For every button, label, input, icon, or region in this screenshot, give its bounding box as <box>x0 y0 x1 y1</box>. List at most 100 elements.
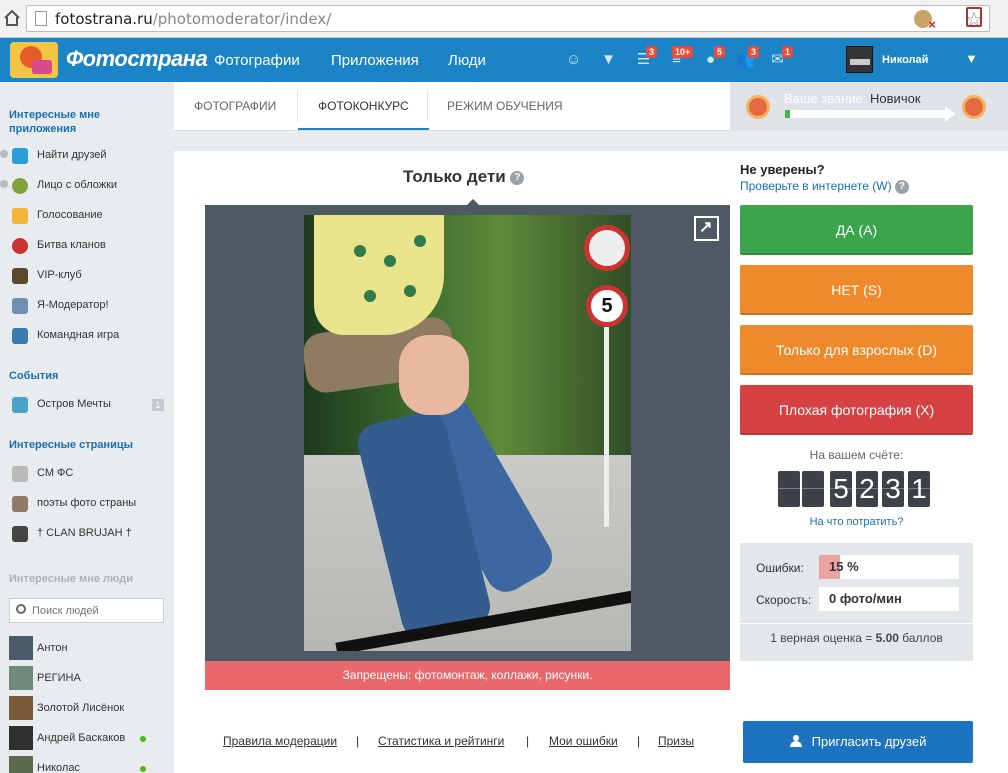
apps-heading[interactable]: Интересные мне приложения <box>9 108 129 136</box>
url-text[interactable]: fotostrana.ru/photomoderator/index/ <box>55 10 331 28</box>
user-name[interactable]: Николай <box>882 54 928 66</box>
smile-icon[interactable]: ☺ <box>565 51 582 68</box>
invite-friends-button[interactable]: Пригласить друзей <box>743 721 973 763</box>
person-item[interactable]: Антон <box>0 635 174 663</box>
user-avatar[interactable] <box>846 46 873 73</box>
photo-pole <box>604 327 609 527</box>
score-note-suffix: баллов <box>902 631 943 645</box>
tab-photos[interactable]: Фотографии <box>194 82 276 130</box>
sidebar-item-vip[interactable]: VIP-клуб <box>0 265 174 287</box>
diamond-icon[interactable]: ▼ <box>600 51 617 68</box>
people-search[interactable] <box>9 598 164 623</box>
person-name: Золотой Лисёнок <box>37 702 125 714</box>
rules-link[interactable]: Правила модерации <box>223 734 337 748</box>
vote-yes-button[interactable]: ДА (A) <box>740 205 973 255</box>
rank-label: Ваше звание: <box>784 91 867 106</box>
vote-no-button[interactable]: НЕТ (S) <box>740 265 973 315</box>
moderated-photo[interactable]: 5 <box>304 215 631 651</box>
footer-separator: | <box>526 734 530 748</box>
person-name: РЕГИНА <box>37 672 81 684</box>
sidebar-item-label: † CLAN BRUJAH † <box>37 527 132 539</box>
logo-icon[interactable] <box>10 42 58 78</box>
check-online-link[interactable]: Проверьте в интернете (W) ? <box>740 179 909 194</box>
speed-value: 0 фото/мин <box>819 587 959 611</box>
sidebar-item-team-game[interactable]: Командная игра <box>0 325 174 347</box>
person-name: Андрей Баскаков <box>37 732 126 744</box>
sidebar-item-page-smfs[interactable]: СМ ФС <box>0 463 174 485</box>
home-icon[interactable] <box>3 9 21 27</box>
sidebar-item-clan-battle[interactable]: Битва кланов <box>0 235 174 257</box>
unsure-title: Не уверены? <box>740 162 825 177</box>
expand-icon[interactable] <box>694 216 719 241</box>
nav-apps[interactable]: Приложения <box>331 52 419 69</box>
prizes-link[interactable]: Призы <box>658 734 694 748</box>
find-friends-icon <box>12 148 28 164</box>
my-errors-link[interactable]: Мои ошибки <box>549 734 618 748</box>
photo-hands <box>399 335 469 415</box>
online-indicator <box>140 766 146 772</box>
address-bar[interactable]: fotostrana.ru/photomoderator/index/ ☆ <box>26 5 990 32</box>
score-label: На вашем счёте: <box>809 448 904 462</box>
moderation-panel: Только дети ? 5 Запрещены: фотомонтаж, к… <box>174 151 1008 773</box>
reading-list-icon[interactable] <box>966 7 982 27</box>
sidebar-item-label: Голосование <box>37 209 103 221</box>
page-avatar <box>12 466 28 482</box>
sidebar-item-dream-island[interactable]: Остров Мечты 1 <box>0 394 174 416</box>
tab-divider <box>427 91 428 121</box>
restriction-notice: Запрещены: фотомонтаж, коллажи, рисунки. <box>205 661 730 690</box>
sidebar-item-moderator[interactable]: Я-Модератор! <box>0 295 174 317</box>
rank-medal-icon <box>746 95 770 119</box>
left-sidebar: Интересные мне приложения Найти друзей Л… <box>0 82 174 773</box>
tab-photo-contest[interactable]: Фотоконкурс <box>298 82 429 130</box>
vote-bad-photo-button[interactable]: Плохая фотография (X) <box>740 385 973 435</box>
invite-friends-label: Пригласить друзей <box>811 734 927 749</box>
sidebar-item-page-poets[interactable]: поэты фото страны <box>0 493 174 515</box>
nav-photos[interactable]: Фотографии <box>214 52 300 69</box>
nav-people[interactable]: Люди <box>448 52 486 69</box>
next-rank-medal-icon <box>962 95 986 119</box>
tab-training-mode[interactable]: Режим обучения <box>447 82 563 130</box>
pages-heading[interactable]: Интересные страницы <box>9 438 133 452</box>
page-icon <box>35 11 47 26</box>
check-online-text[interactable]: Проверьте в интернете (W) <box>740 179 892 193</box>
errors-value: 15 % <box>819 555 959 579</box>
stats-link[interactable]: Статистика и рейтинги <box>378 734 504 748</box>
people-search-input[interactable] <box>32 603 157 619</box>
friends-badge: 3 <box>748 46 760 58</box>
person-item[interactable]: Николас <box>0 755 174 773</box>
logo-text[interactable]: Фотострана <box>66 46 208 72</box>
avatar <box>9 756 33 773</box>
sidebar-item-page-clan[interactable]: † CLAN BRUJAH † <box>0 523 174 545</box>
avatar <box>9 636 33 660</box>
person-item[interactable]: Андрей Баскаков <box>0 725 174 753</box>
rank-text: Ваше звание: Новичок <box>784 91 921 106</box>
person-item[interactable]: РЕГИНА <box>0 665 174 693</box>
chevron-down-icon[interactable]: ▼ <box>965 51 978 66</box>
sidebar-item-cover-face[interactable]: Лицо с обложки <box>0 175 174 197</box>
sidebar-item-find-friends[interactable]: Найти друзей <box>0 145 174 167</box>
pin-icon <box>0 150 8 158</box>
avatar <box>9 696 33 720</box>
help-icon[interactable]: ? <box>894 179 909 194</box>
speed-label: Скорость: <box>756 593 812 607</box>
sidebar-item-voting[interactable]: Голосование <box>0 205 174 227</box>
person-name: Николас <box>37 762 80 773</box>
people-heading[interactable]: Интересные мне люди <box>9 572 133 586</box>
sidebar-item-label: поэты фото страны <box>37 497 137 509</box>
sidebar-item-label: СМ ФС <box>37 467 74 479</box>
url-path: /photomoderator/index/ <box>152 10 332 28</box>
crown-icon <box>12 208 28 224</box>
photo-viewer: 5 <box>205 199 730 661</box>
vote-adults-only-button[interactable]: Только для взрослых (D) <box>740 325 973 375</box>
errors-value-text: 15 % <box>829 559 859 574</box>
score-note-value: 5.00 <box>875 631 899 645</box>
person-item[interactable]: Золотой Лисёнок <box>0 695 174 723</box>
extension-icon[interactable] <box>914 10 936 32</box>
events-heading[interactable]: События <box>9 369 58 383</box>
dream-island-icon <box>12 397 28 413</box>
score-note: 1 верная оценка = 5.00 баллов <box>740 631 973 645</box>
help-icon[interactable]: ? <box>510 170 525 185</box>
stats-divider <box>740 623 973 624</box>
spend-points-link[interactable]: На что потратить? <box>740 516 973 528</box>
tabs-bar: Фотографии Фотоконкурс Режим обучения <box>174 82 730 131</box>
